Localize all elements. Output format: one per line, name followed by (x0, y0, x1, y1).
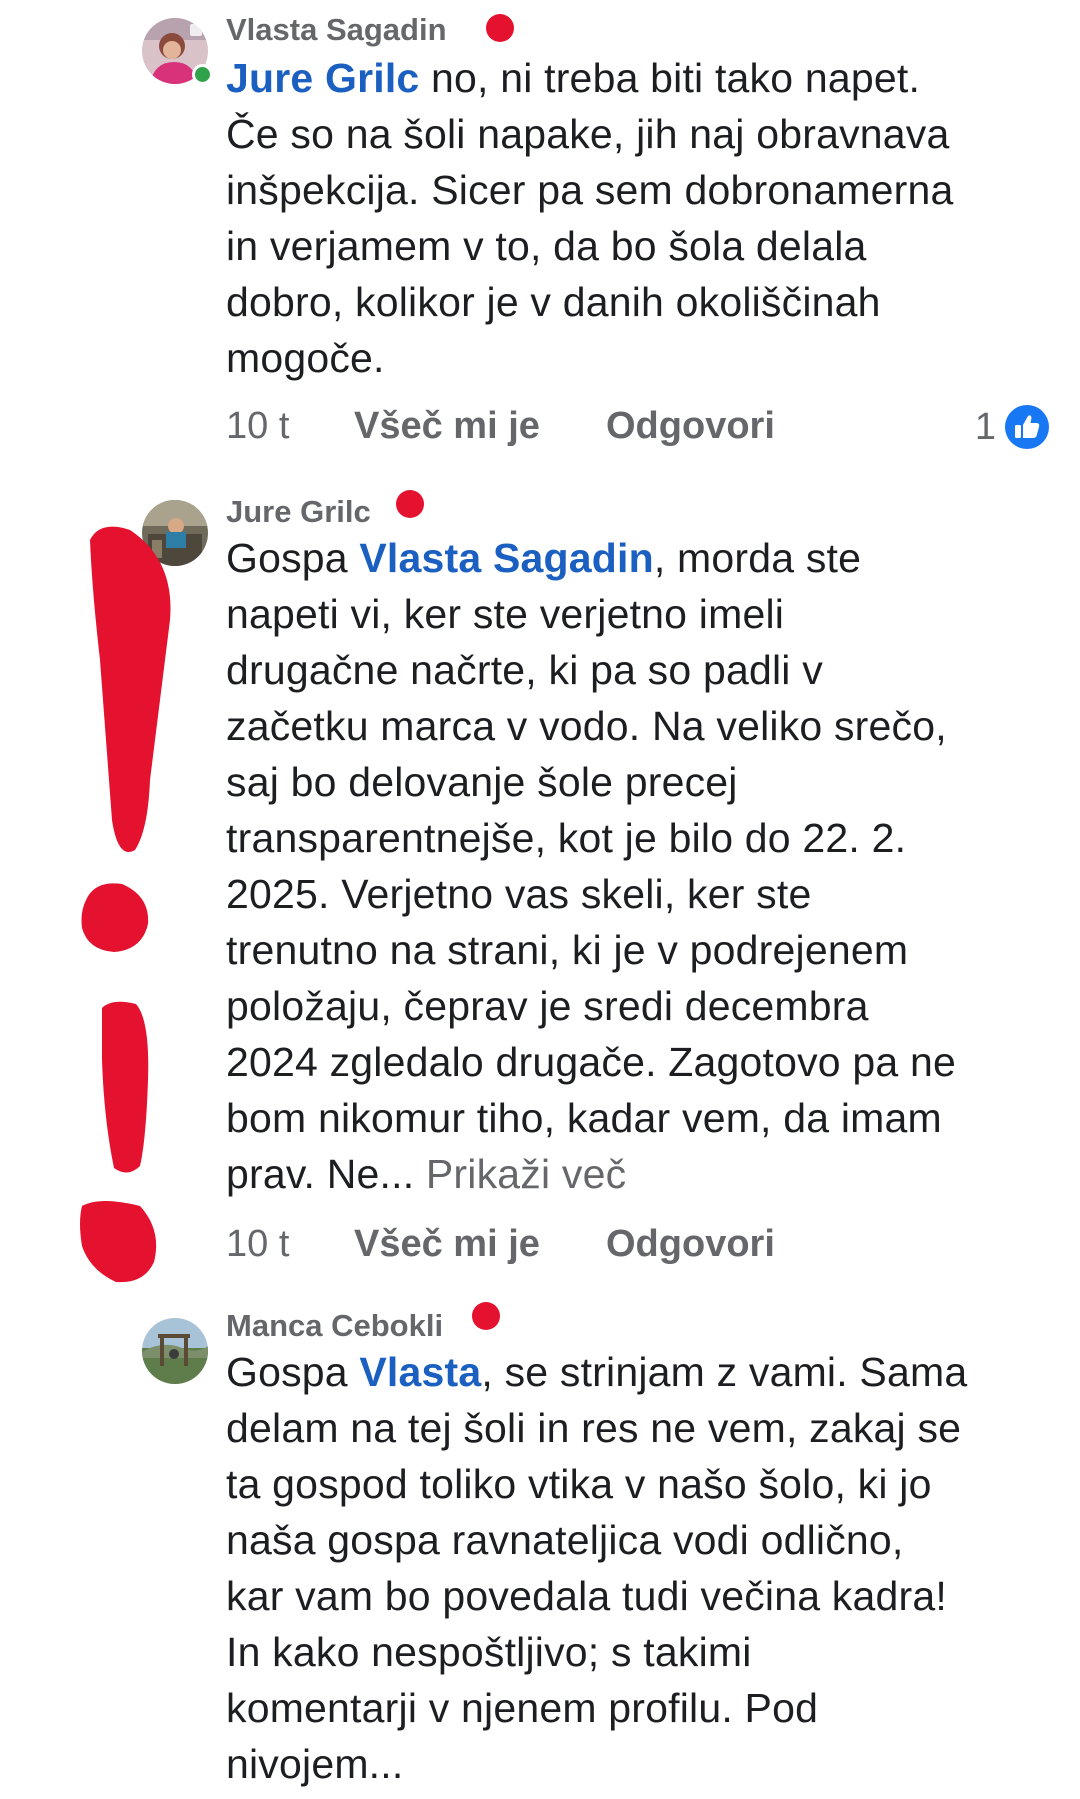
comment-line: 2024 zgledalo drugače. Zagotovo pa ne (226, 1039, 957, 1085)
comment-line: transparentnejše, kot je bilo do 22. 2. (226, 815, 907, 861)
comment-line: in verjamem v to, da bo šola delala (226, 223, 867, 269)
comment-line: naša gospa ravnateljica vodi odlično, (226, 1517, 904, 1563)
comment-line: inšpekcija. Sicer pa sem dobronamerna (226, 167, 954, 213)
comment-line: , se strinjam z vami. Sama (481, 1349, 968, 1395)
mention-link[interactable]: Vlasta (359, 1349, 481, 1395)
comment-line: bom nikomur tiho, kadar vem, da imam (226, 1095, 942, 1141)
comment-line: prav. Ne... (226, 1151, 426, 1197)
comment-line: delam na tej šoli in res ne vem, zakaj s… (226, 1405, 962, 1451)
comment-line: no, ni treba biti tako napet. (419, 55, 921, 101)
comment-line: ta gospod toliko vtika v našo šolo, ki j… (226, 1461, 932, 1507)
comment-actions: 10 t Všeč mi je Odgovori (226, 404, 775, 448)
avatar-photo (142, 500, 208, 566)
exclamation-dot (81, 883, 149, 952)
comment-text: Gospa Vlasta, se strinjam z vami. Sama d… (226, 1344, 1046, 1792)
reply-button[interactable]: Odgovori (606, 405, 775, 447)
annotation-red-dot (472, 1302, 500, 1330)
comment-author[interactable]: Jure Grilc (226, 494, 371, 530)
comment-line: dobro, kolikor je v danih okoliščinah (226, 279, 881, 325)
reaction-count: 1 (974, 406, 996, 448)
online-status-icon (192, 64, 213, 85)
comment-line: In kako nespoštljivo; s takimi (226, 1629, 752, 1675)
avatar-photo (142, 1318, 208, 1384)
reaction-summary[interactable]: 1 (975, 404, 1050, 450)
exclamation-dot (80, 1201, 157, 1283)
comment-line: 2025. Verjetno vas skeli, ker ste (226, 871, 812, 917)
comment-time[interactable]: 10 t (226, 1222, 354, 1266)
comment-line: kar vam bo povedala tudi večina kadra! (226, 1573, 947, 1619)
comment-time[interactable]: 10 t (226, 404, 354, 448)
comment-text: Gospa Vlasta Sagadin, morda ste napeti v… (226, 530, 1046, 1202)
avatar[interactable] (142, 1318, 208, 1384)
annotation-red-dot (396, 490, 424, 518)
exclamation-stroke (90, 526, 171, 852)
comment-line: mogoče. (226, 335, 385, 381)
comment-line: drugačne načrte, ki pa so padli v (226, 647, 823, 693)
see-more-link[interactable]: Prikaži več (426, 1151, 626, 1197)
comment-line: , morda ste (653, 535, 862, 581)
like-icon (1005, 405, 1049, 449)
comment-prefix: Gospa (226, 535, 360, 581)
like-button[interactable]: Všeč mi je (354, 1222, 606, 1266)
annotation-red-dot (486, 14, 514, 42)
comment-line: Če so na šoli napake, jih naj obravnava (226, 111, 950, 157)
comment-author[interactable]: Vlasta Sagadin (226, 12, 447, 48)
comment-line: nivojem... (226, 1741, 404, 1787)
comment-prefix: Gospa (226, 1349, 360, 1395)
comment-line: komentarji v njenem profilu. Pod (226, 1685, 819, 1731)
like-button[interactable]: Všeč mi je (354, 404, 606, 448)
comment-line: trenutno na strani, ki je v podrejenem (226, 927, 909, 973)
comment-text: Jure Grilc no, ni treba biti tako napet.… (226, 50, 1046, 386)
avatar[interactable] (142, 500, 208, 566)
comment-actions: 10 t Všeč mi je Odgovori (226, 1222, 775, 1266)
mention-link[interactable]: Vlasta Sagadin (359, 535, 653, 581)
comment-line: začetku marca v vodo. Na veliko srečo, (226, 703, 947, 749)
comment-line: položaju, čeprav je sredi decembra (226, 983, 869, 1029)
reply-button[interactable]: Odgovori (606, 1223, 775, 1265)
mention-link[interactable]: Jure Grilc (226, 55, 419, 101)
comment-author[interactable]: Manca Cebokli (226, 1308, 443, 1344)
comment-line: napeti vi, ker ste verjetno imeli (226, 591, 785, 637)
comment-line: saj bo delovanje šole precej (226, 759, 738, 805)
exclamation-stroke (102, 1001, 149, 1173)
